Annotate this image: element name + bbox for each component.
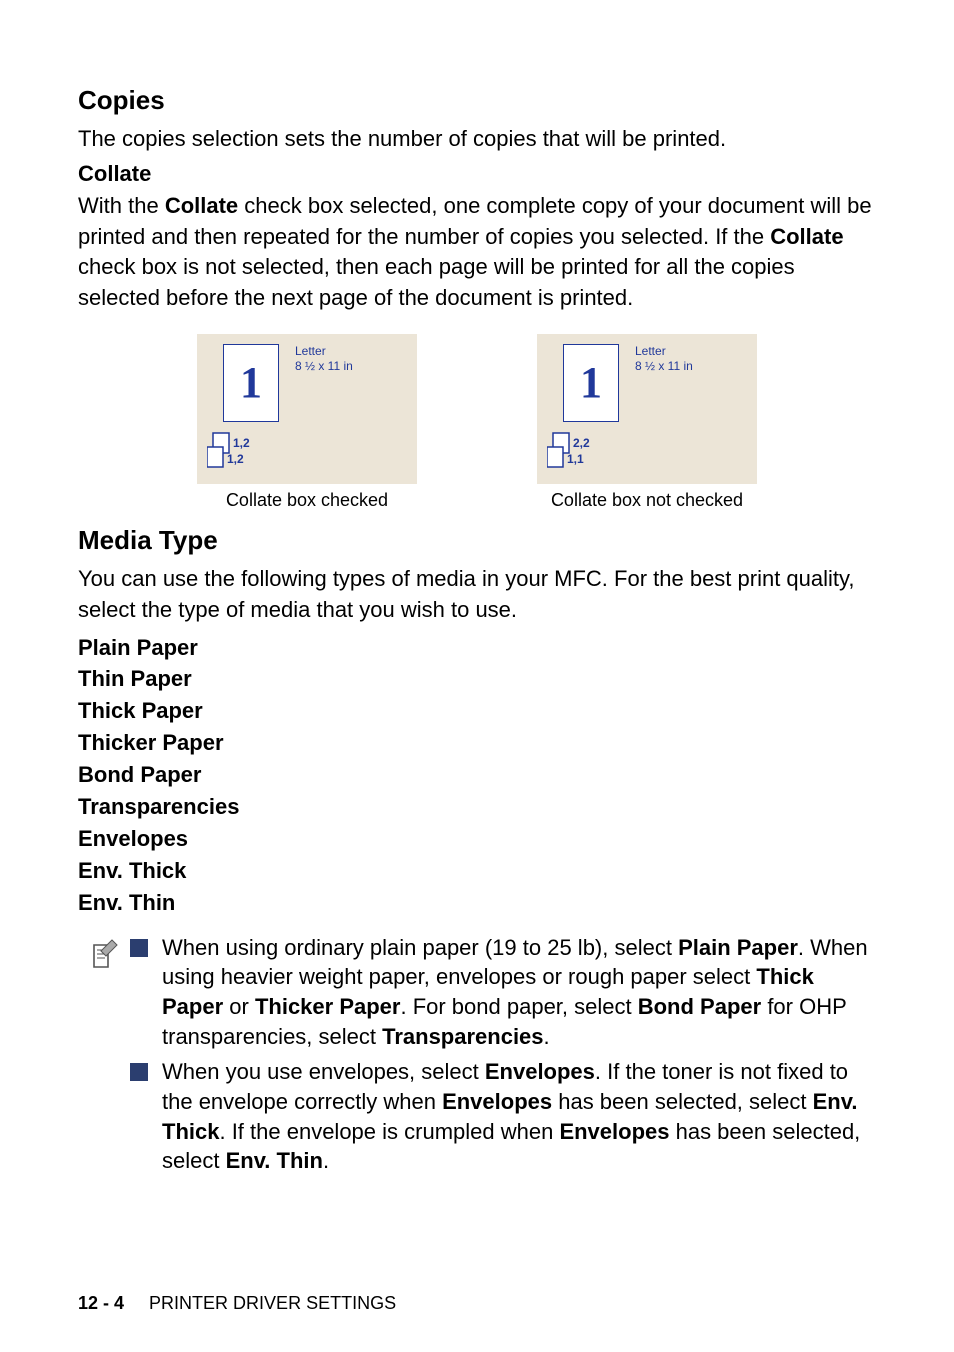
media-type-thick-paper: Thick Paper bbox=[78, 695, 876, 727]
page-preview-digit: 1 bbox=[240, 357, 262, 408]
n1-b1: Plain Paper bbox=[678, 935, 798, 960]
n1-s6: . bbox=[544, 1024, 550, 1049]
n1-s4: . For bond paper, select bbox=[400, 994, 637, 1019]
n2-b4: Envelopes bbox=[559, 1119, 669, 1144]
collate-desc-p3: check box is not selected, then each pag… bbox=[78, 254, 795, 310]
media-type-transparencies: Transparencies bbox=[78, 791, 876, 823]
n2-s1: When you use envelopes, select bbox=[162, 1059, 485, 1084]
media-desc: You can use the following types of media… bbox=[78, 564, 876, 626]
n1-b5: Transparencies bbox=[382, 1024, 543, 1049]
collate-unchecked-block: 1 Letter 8 ½ x 11 in 2,2 1,1 Collate box… bbox=[537, 334, 757, 511]
n2-s4: . If the envelope is crumpled when bbox=[219, 1119, 559, 1144]
footer-section-title: PRINTER DRIVER SETTINGS bbox=[149, 1293, 396, 1313]
page-preview-box: 1 bbox=[223, 344, 279, 422]
collate-checked-block: 1 Letter 8 ½ x 11 in 1,2 1,2 Collate box… bbox=[197, 334, 417, 511]
page-footer: 12 - 4 PRINTER DRIVER SETTINGS bbox=[78, 1293, 396, 1314]
page-preview-digit: 1 bbox=[580, 357, 602, 408]
collate-desc: With the Collate check box selected, one… bbox=[78, 191, 876, 314]
media-type-thin-paper: Thin Paper bbox=[78, 663, 876, 695]
note-bullet-1: When using ordinary plain paper (19 to 2… bbox=[130, 933, 876, 1052]
paper-size-label: Letter 8 ½ x 11 in bbox=[635, 344, 693, 374]
paper-size: 8 ½ x 11 in bbox=[635, 359, 693, 374]
media-heading: Media Type bbox=[78, 525, 876, 556]
media-type-list: Plain Paper Thin Paper Thick Paper Thick… bbox=[78, 632, 876, 919]
n2-b1: Envelopes bbox=[485, 1059, 595, 1084]
n1-s1: When using ordinary plain paper (19 to 2… bbox=[162, 935, 678, 960]
square-bullet-icon bbox=[130, 1063, 148, 1081]
note-bullet-1-text: When using ordinary plain paper (19 to 2… bbox=[162, 933, 876, 1052]
n1-b3: Thicker Paper bbox=[255, 994, 401, 1019]
collate-desc-b1: Collate bbox=[165, 193, 238, 218]
collate-illustration-row: 1 Letter 8 ½ x 11 in 1,2 1,2 Collate box… bbox=[78, 334, 876, 511]
n2-s3: has been selected, select bbox=[552, 1089, 813, 1114]
stack-bottom-label: 1,2 bbox=[227, 452, 244, 466]
square-bullet-icon bbox=[130, 939, 148, 957]
collate-unchecked-caption: Collate box not checked bbox=[551, 490, 743, 511]
stack-top-label: 2,2 bbox=[573, 436, 590, 450]
collate-unchecked-panel: 1 Letter 8 ½ x 11 in 2,2 1,1 bbox=[537, 334, 757, 484]
collate-unchecked-stacks-icon: 2,2 1,1 bbox=[547, 429, 609, 476]
n2-b2: Envelopes bbox=[442, 1089, 552, 1114]
copies-desc: The copies selection sets the number of … bbox=[78, 124, 876, 155]
note-bullet-2-text: When you use envelopes, select Envelopes… bbox=[162, 1057, 876, 1176]
collate-checked-stacks-icon: 1,2 1,2 bbox=[207, 429, 269, 476]
paper-name: Letter bbox=[635, 344, 693, 359]
media-type-bond-paper: Bond Paper bbox=[78, 759, 876, 791]
note-bullet-2: When you use envelopes, select Envelopes… bbox=[130, 1057, 876, 1176]
collate-desc-b2: Collate bbox=[770, 224, 843, 249]
media-type-thicker-paper: Thicker Paper bbox=[78, 727, 876, 759]
paper-size-label: Letter 8 ½ x 11 in bbox=[295, 344, 353, 374]
paper-size: 8 ½ x 11 in bbox=[295, 359, 353, 374]
media-type-envelopes: Envelopes bbox=[78, 823, 876, 855]
stack-bottom-label: 1,1 bbox=[567, 452, 584, 466]
media-type-env-thin: Env. Thin bbox=[78, 887, 876, 919]
n1-s3: or bbox=[223, 994, 255, 1019]
collate-checked-panel: 1 Letter 8 ½ x 11 in 1,2 1,2 bbox=[197, 334, 417, 484]
footer-page-number: 12 - 4 bbox=[78, 1293, 124, 1313]
media-type-plain-paper: Plain Paper bbox=[78, 632, 876, 664]
n2-b5: Env. Thin bbox=[226, 1148, 323, 1173]
n2-s6: . bbox=[323, 1148, 329, 1173]
collate-checked-caption: Collate box checked bbox=[226, 490, 388, 511]
collate-heading: Collate bbox=[78, 161, 876, 187]
collate-desc-p1: With the bbox=[78, 193, 165, 218]
note-pencil-icon bbox=[90, 933, 120, 1183]
copies-heading: Copies bbox=[78, 85, 876, 116]
media-note-block: When using ordinary plain paper (19 to 2… bbox=[90, 933, 876, 1183]
note-bullets: When using ordinary plain paper (19 to 2… bbox=[130, 933, 876, 1183]
page-preview-box: 1 bbox=[563, 344, 619, 422]
media-type-env-thick: Env. Thick bbox=[78, 855, 876, 887]
paper-name: Letter bbox=[295, 344, 353, 359]
n1-b4: Bond Paper bbox=[638, 994, 761, 1019]
stack-top-label: 1,2 bbox=[233, 436, 250, 450]
